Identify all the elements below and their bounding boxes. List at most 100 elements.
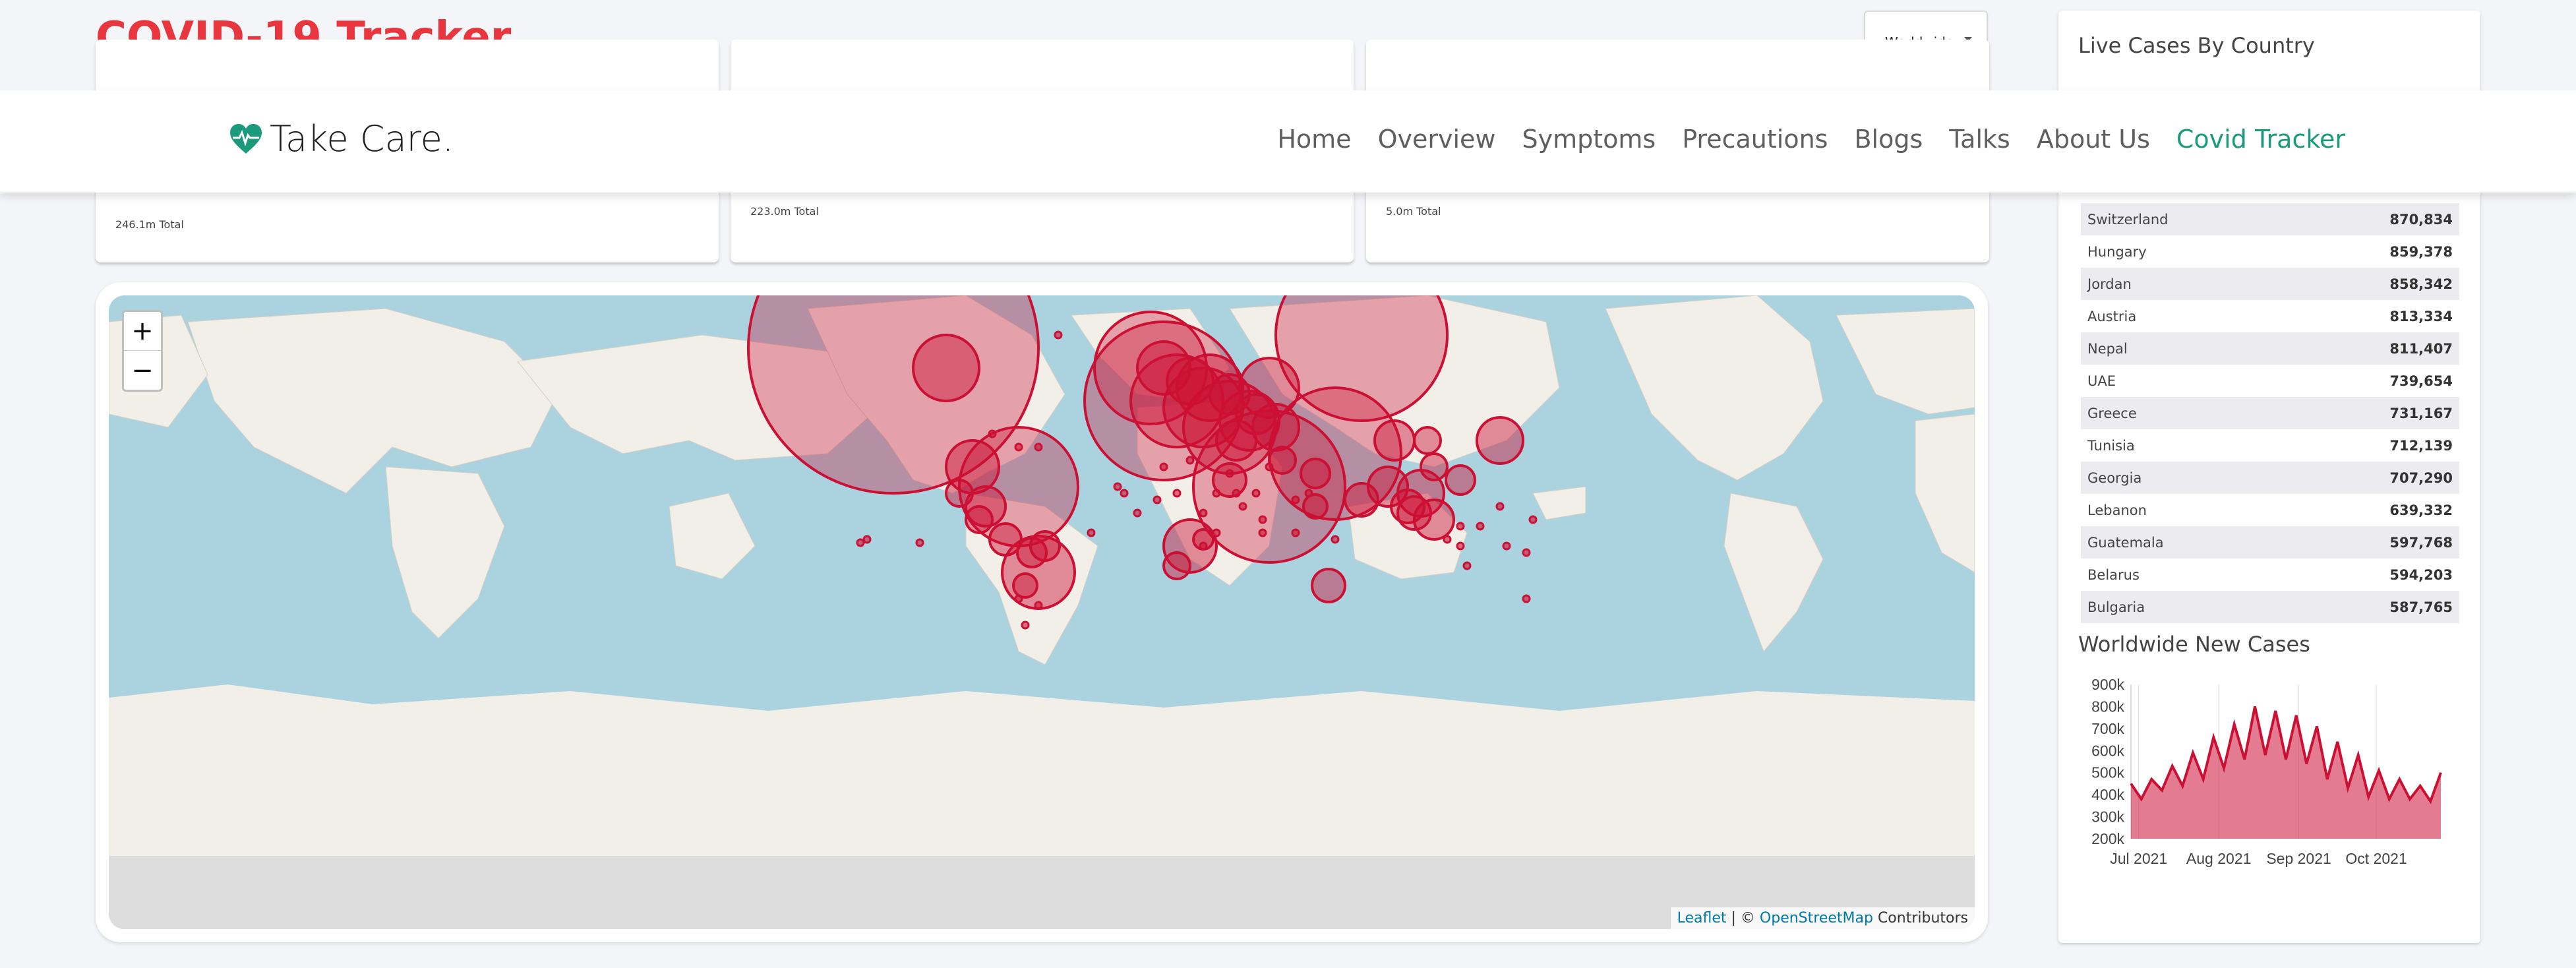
case-circle[interactable] (1235, 393, 1277, 435)
case-circle[interactable] (1502, 541, 1511, 551)
nav-blogs[interactable]: Blogs (1854, 125, 1923, 154)
case-circle[interactable] (1291, 528, 1300, 537)
case-circle[interactable] (1522, 548, 1531, 557)
nav-precautions[interactable]: Precautions (1682, 125, 1828, 154)
country-name: Tunisia (2087, 437, 2135, 454)
case-circle[interactable] (1133, 508, 1142, 518)
y-tick-label: 500k (2091, 764, 2124, 781)
case-circle[interactable] (1212, 528, 1221, 537)
case-circle[interactable] (1291, 495, 1300, 504)
case-circle[interactable] (1476, 416, 1524, 465)
case-circle[interactable] (1331, 535, 1340, 544)
case-circle[interactable] (912, 334, 980, 402)
country-cases: 587,765 (2389, 599, 2453, 615)
country-name: Austria (2087, 308, 2137, 324)
zoom-in-button[interactable]: + (124, 312, 161, 351)
case-circle[interactable] (1396, 495, 1432, 531)
case-circle[interactable] (1456, 522, 1465, 531)
case-circle[interactable] (1462, 561, 1472, 570)
case-circle[interactable] (1159, 462, 1168, 471)
nav-covid-tracker[interactable]: Covid Tracker (2176, 125, 2345, 154)
case-circle[interactable] (1476, 522, 1485, 531)
y-tick-label: 300k (2091, 808, 2124, 826)
case-circle[interactable] (1413, 426, 1442, 455)
case-circle[interactable] (1238, 502, 1247, 511)
case-circle[interactable] (856, 538, 865, 547)
case-circle[interactable] (1185, 456, 1195, 465)
case-circle[interactable] (1054, 330, 1063, 340)
nav-talks[interactable]: Talks (1949, 125, 2010, 154)
case-circle[interactable] (1212, 489, 1221, 498)
country-cases: 594,203 (2389, 566, 2453, 583)
case-circle[interactable] (1113, 482, 1122, 491)
nav-symptoms[interactable]: Symptoms (1522, 125, 1656, 154)
case-circle[interactable] (1251, 489, 1261, 498)
y-tick-label: 600k (2091, 742, 2124, 759)
table-row: Jordan 858,342 (2081, 268, 2459, 300)
case-circle[interactable] (1014, 442, 1023, 452)
case-circle[interactable] (1162, 551, 1191, 580)
case-circle[interactable] (1443, 535, 1452, 544)
country-table: Switzerland 870,834 Hungary 859,378 Jordan 85… (2081, 203, 2459, 623)
case-circle[interactable] (1014, 594, 1023, 603)
case-circle[interactable] (1153, 495, 1162, 504)
case-circle[interactable] (1087, 528, 1096, 537)
x-tick-label: Sep 2021 (2266, 850, 2331, 867)
leaflet-link[interactable]: Leaflet (1677, 910, 1727, 926)
map-canvas[interactable] (109, 295, 1975, 929)
x-tick-label: Jul 2021 (2110, 850, 2167, 867)
country-name: Georgia (2087, 469, 2142, 486)
case-circle[interactable] (1120, 489, 1129, 498)
case-circle[interactable] (1225, 469, 1234, 478)
case-circle[interactable] (1522, 594, 1531, 603)
table-row: Greece 731,167 (2081, 397, 2459, 429)
case-circle[interactable] (1034, 442, 1043, 452)
case-circle[interactable] (988, 429, 997, 439)
nav-overview[interactable]: Overview (1378, 125, 1496, 154)
case-circle[interactable] (1232, 489, 1241, 498)
case-circle[interactable] (945, 479, 974, 508)
case-circle[interactable] (1268, 446, 1297, 475)
brand-logo[interactable]: Take Care. (229, 118, 454, 160)
case-circle[interactable] (1528, 515, 1538, 524)
case-circle[interactable] (1373, 419, 1416, 462)
country-cases: 859,378 (2389, 243, 2453, 260)
nav-links: Home Overview Symptoms Precautions Blogs Talk… (1277, 125, 2345, 154)
case-circle[interactable] (1258, 528, 1267, 537)
case-circle[interactable] (1172, 489, 1182, 498)
case-circle[interactable] (1302, 493, 1329, 520)
case-circle[interactable] (1300, 458, 1331, 489)
zoom-out-button[interactable]: − (124, 351, 161, 390)
osm-link[interactable]: OpenStreetMap (1760, 910, 1873, 926)
country-cases: 712,139 (2389, 437, 2453, 454)
case-circle[interactable] (1344, 482, 1379, 518)
table-row: Tunisia 712,139 (2081, 429, 2459, 462)
nav-home[interactable]: Home (1277, 125, 1351, 154)
case-circle[interactable] (965, 505, 994, 534)
case-circle[interactable] (862, 535, 872, 544)
y-tick-label: 900k (2091, 676, 2124, 693)
case-circle[interactable] (1258, 515, 1267, 524)
case-circle[interactable] (1304, 489, 1313, 498)
cases-total: 246.1m Total (115, 218, 184, 231)
case-circle[interactable] (1034, 601, 1043, 610)
country-cases: 739,654 (2389, 373, 2453, 389)
case-circle[interactable] (1445, 464, 1476, 496)
world-map[interactable]: + − Leaflet | © OpenStreetMap Contributo… (109, 295, 1975, 929)
case-circle[interactable] (1420, 452, 1449, 481)
table-row: Lebanon 639,332 (2081, 494, 2459, 526)
case-circle[interactable] (1199, 541, 1208, 551)
case-circle[interactable] (1199, 508, 1208, 518)
case-circle[interactable] (1029, 530, 1061, 562)
case-circle[interactable] (1012, 572, 1038, 599)
case-circle[interactable] (1311, 568, 1346, 603)
map-card: + − Leaflet | © OpenStreetMap Contributo… (96, 282, 1988, 942)
nav-about-us[interactable]: About Us (2037, 125, 2150, 154)
case-circle[interactable] (1265, 462, 1274, 471)
case-circle[interactable] (1495, 502, 1505, 511)
case-circle[interactable] (1456, 541, 1465, 551)
case-circle[interactable] (915, 538, 924, 547)
series-area (2131, 706, 2441, 839)
country-cases: 731,167 (2389, 405, 2453, 421)
case-circle[interactable] (1021, 620, 1030, 630)
